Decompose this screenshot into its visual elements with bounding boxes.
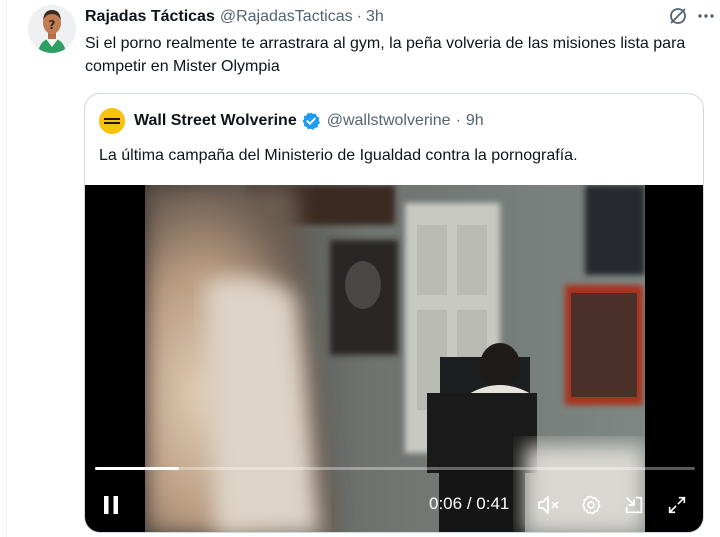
video-time-readout: 0:06 / 0:41 — [429, 494, 509, 514]
pause-icon — [104, 496, 118, 514]
video-progress-bar[interactable] — [95, 467, 695, 470]
quote-avatar-logo-icon — [99, 108, 125, 134]
settings-icon — [581, 495, 601, 515]
pause-button[interactable] — [95, 489, 127, 521]
quote-text: La última campaña del Ministerio de Igua… — [99, 147, 578, 164]
settings-button[interactable] — [575, 489, 607, 521]
video-controls: 0:06 / 0:41 — [85, 485, 703, 525]
more-icon[interactable] — [692, 2, 720, 30]
quote-header: Wall Street Wolverine @wallstwolverine ·… — [99, 108, 484, 134]
timeline-divider — [6, 0, 7, 537]
video-time-separator: / — [466, 494, 472, 513]
quote-avatar[interactable] — [99, 108, 125, 134]
grok-icon[interactable] — [664, 2, 692, 30]
pip-button[interactable] — [618, 489, 650, 521]
fullscreen-icon — [668, 496, 686, 514]
video-progress-fill — [95, 467, 179, 470]
mute-icon — [538, 496, 559, 514]
mute-button[interactable] — [532, 489, 564, 521]
pip-icon — [625, 496, 643, 514]
quote-timestamp[interactable]: 9h — [466, 112, 484, 130]
svg-text:?: ? — [49, 18, 56, 32]
quote-author-name[interactable]: Wall Street Wolverine — [134, 112, 297, 130]
video-time-total: 0:41 — [476, 494, 510, 513]
quoted-tweet[interactable]: Wall Street Wolverine @wallstwolverine ·… — [84, 93, 704, 533]
header-separator: · — [356, 8, 362, 25]
tweet-header: Rajadas Tácticas @RajadasTacticas · 3h — [85, 7, 384, 27]
quote-separator: · — [455, 112, 461, 129]
verified-badge-icon — [302, 112, 320, 130]
avatar[interactable]: ? — [28, 5, 76, 53]
author-name[interactable]: Rajadas Tácticas — [85, 8, 215, 26]
video-player[interactable]: 0:06 / 0:41 — [85, 185, 703, 532]
tweet-top-actions — [664, 2, 720, 30]
video-time-current: 0:06 — [429, 494, 463, 513]
quote-author-handle[interactable]: @wallstwolverine — [327, 112, 451, 130]
tweet-text: Si el porno realmente te arrastrara al g… — [85, 35, 686, 75]
fullscreen-button[interactable] — [661, 489, 693, 521]
tweet-timestamp[interactable]: 3h — [366, 8, 384, 26]
tweet[interactable]: ? Rajadas Tácticas @RajadasTacticas · 3h… — [20, 0, 720, 537]
author-handle[interactable]: @RajadasTacticas — [220, 8, 353, 26]
video-frame — [145, 185, 645, 532]
avatar-cartoon-icon: ? — [28, 5, 76, 53]
